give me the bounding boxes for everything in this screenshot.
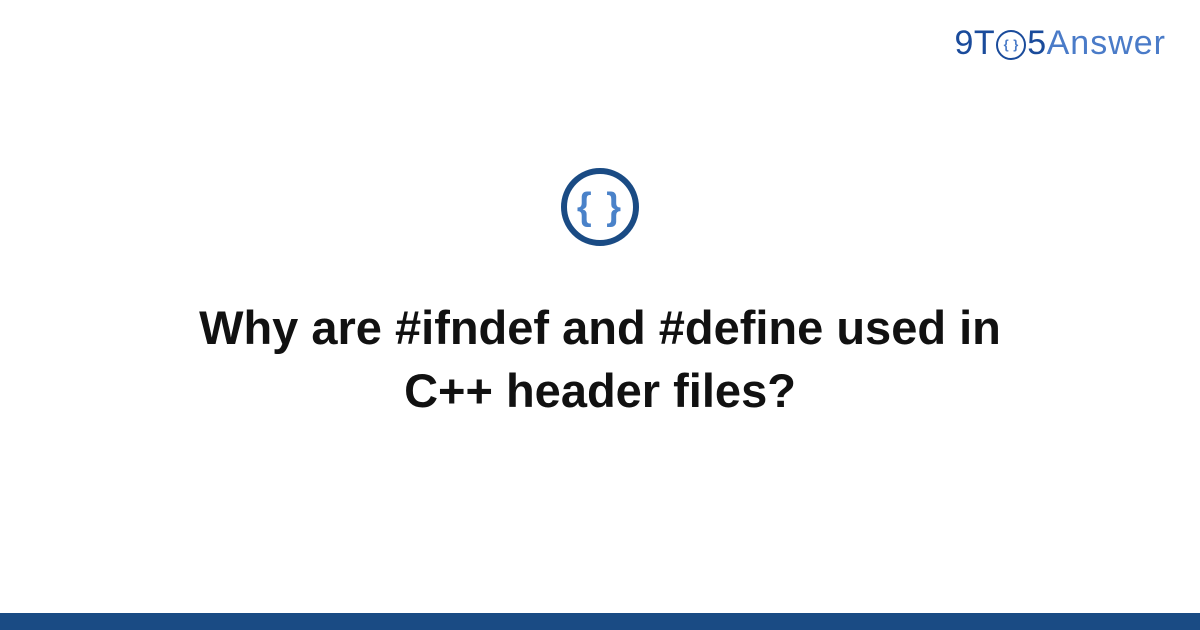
braces-circle-icon: { } xyxy=(561,168,639,246)
braces-glyph: { } xyxy=(577,188,623,226)
footer-bar xyxy=(0,613,1200,630)
content-center: { } Why are #ifndef and #define used in … xyxy=(0,0,1200,630)
question-title: Why are #ifndef and #define used in C++ … xyxy=(120,296,1080,423)
